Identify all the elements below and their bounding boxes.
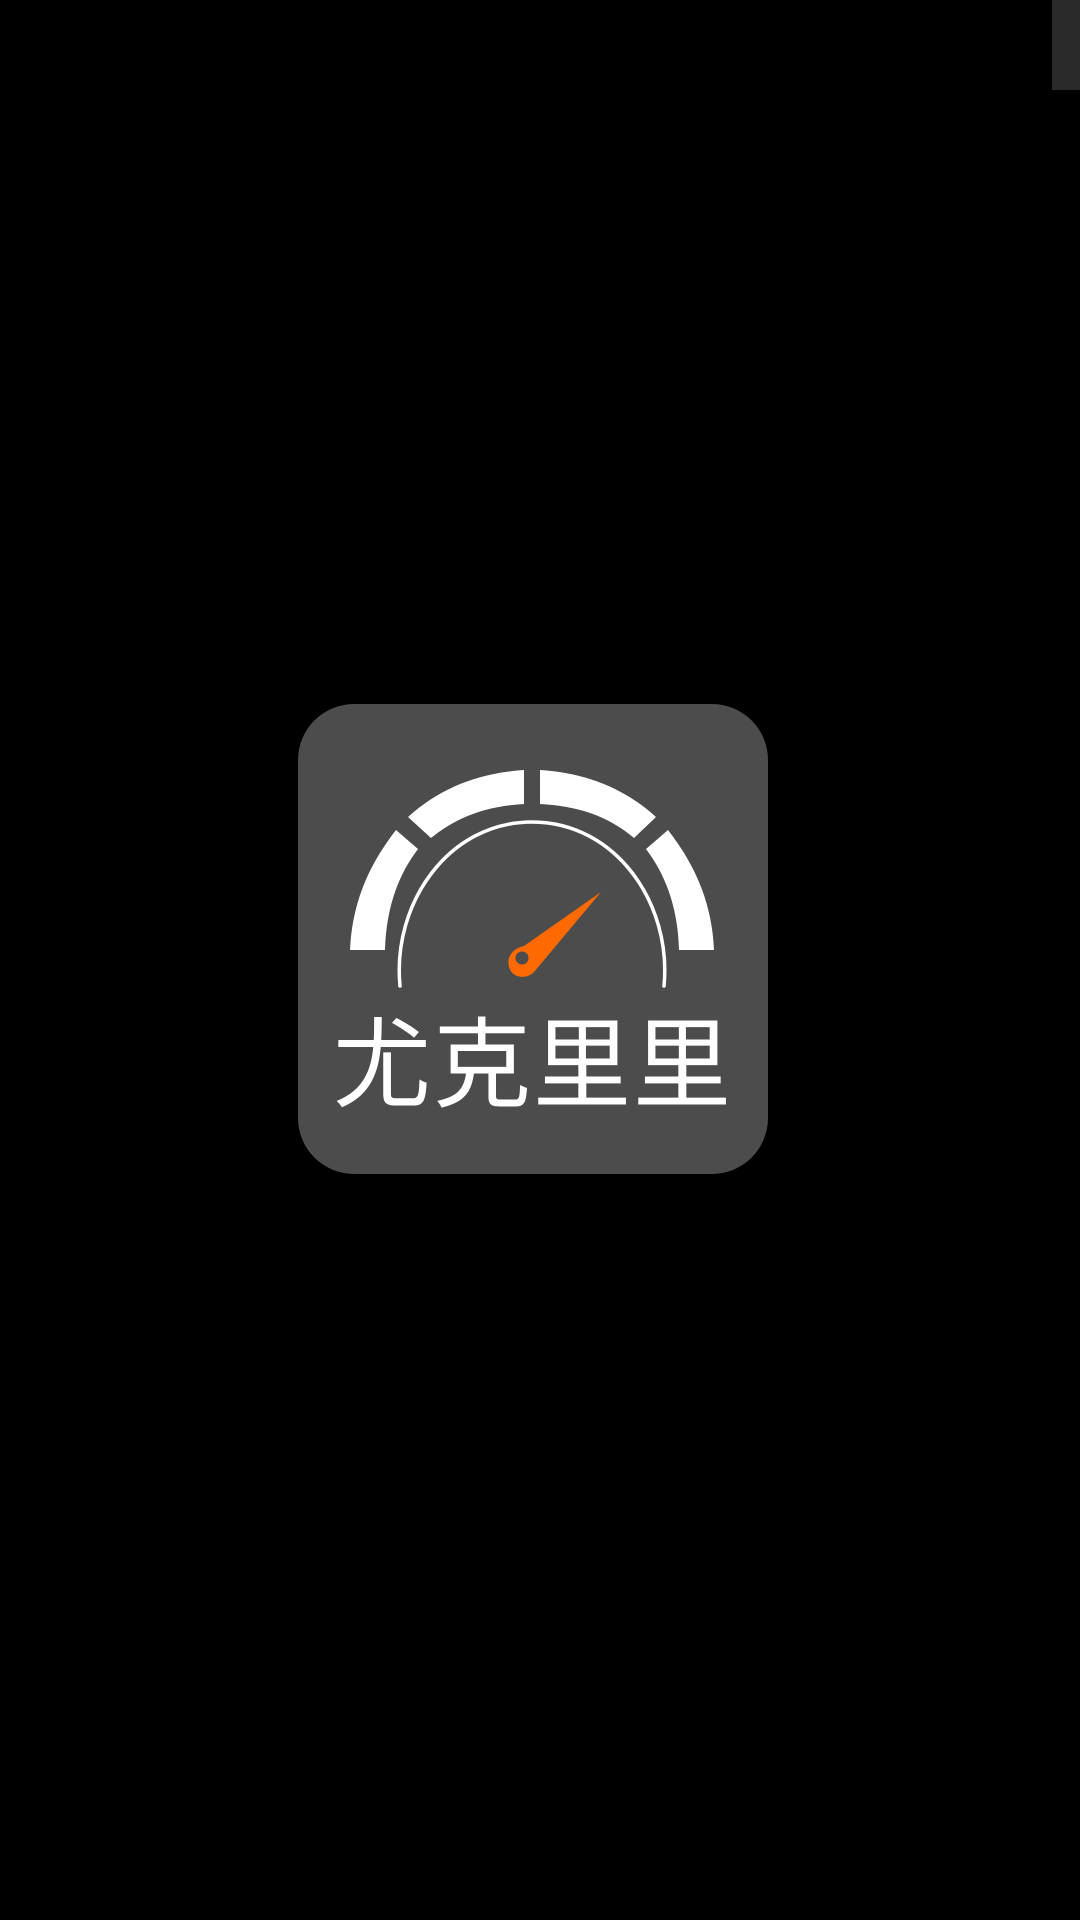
gauge-segment-upper-left: [408, 770, 524, 838]
app-logo: 尤克里里: [298, 704, 768, 1174]
gauge-segment-upper-right: [540, 770, 656, 838]
gauge-needle: [508, 892, 601, 977]
gauge-segment-left: [350, 830, 418, 950]
needle-pivot: [515, 951, 529, 965]
app-name: 尤克里里: [332, 1009, 733, 1123]
gauge-segment-right: [646, 830, 714, 950]
scroll-indicator: [1052, 0, 1080, 90]
splash-screen: 尤克里里: [0, 0, 1080, 1920]
